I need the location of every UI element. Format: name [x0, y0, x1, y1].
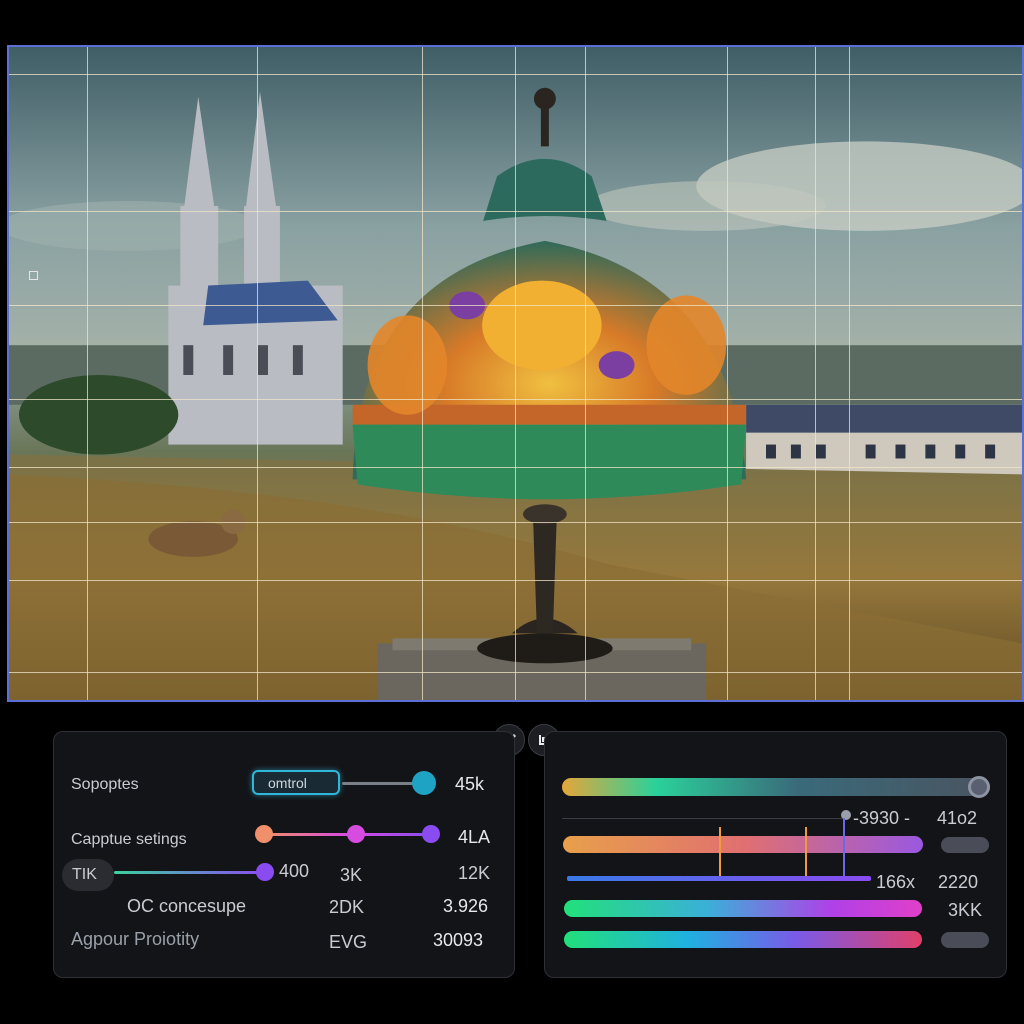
setting-value: 3K [340, 865, 363, 885]
grid-line-horizontal [9, 74, 1022, 75]
slider-knob-mid[interactable] [347, 825, 365, 843]
gradient-slider-track[interactable] [114, 871, 264, 874]
readout-value: -3930 - [853, 808, 911, 828]
setting-value: EVG [329, 932, 368, 952]
grid-line-horizontal [9, 580, 1022, 581]
settings-panel-right: -3930 - 41o2 166x 2220 3KK [544, 731, 1007, 978]
readout-value: 2220 [938, 872, 979, 892]
grid-line-vertical [585, 47, 586, 700]
grid-line-horizontal [9, 522, 1022, 523]
marker-line [805, 827, 807, 877]
grid-line-vertical [422, 47, 423, 700]
setting-input-value: omtrol [268, 775, 307, 791]
settings-panel-left: Sopoptes omtrol 45k Capptue setings 4LA … [53, 731, 515, 978]
readout-value: 166x [876, 872, 916, 892]
setting-value: 400 [279, 861, 310, 881]
grid-line-vertical [727, 47, 728, 700]
slider-track[interactable] [342, 782, 422, 785]
setting-label: Agpour Proiotity [71, 929, 200, 949]
slider-knob-start[interactable] [255, 825, 273, 843]
setting-value: 12K [458, 863, 491, 883]
setting-label: Capptue setings [71, 831, 187, 848]
value-stub[interactable] [941, 932, 989, 948]
grid-line-vertical [257, 47, 258, 700]
range-slider-track[interactable] [562, 778, 990, 796]
grid-line-horizontal [9, 672, 1022, 673]
readout-value: 41o2 [937, 808, 978, 828]
setting-value: 2DK [329, 897, 365, 917]
grid-line-horizontal [9, 399, 1022, 400]
setting-value: 30093 [433, 930, 484, 950]
range-slider-knob[interactable] [968, 776, 990, 798]
tik-chip[interactable]: TIK [62, 859, 114, 891]
slider-knob[interactable] [256, 863, 274, 881]
thin-range-track[interactable] [567, 876, 871, 881]
grid-line-vertical [87, 47, 88, 700]
setting-label: Sopoptes [71, 776, 139, 793]
tik-chip-label: TIK [72, 866, 97, 883]
setting-value: 4LA [458, 827, 491, 847]
gradient-bar-orange[interactable] [563, 836, 923, 853]
gradient-bar-rainbow[interactable] [564, 931, 922, 948]
setting-value: 3.926 [443, 896, 489, 916]
grid-line-vertical [515, 47, 516, 700]
slider-knob-end[interactable] [422, 825, 440, 843]
slider-knob[interactable] [412, 771, 436, 795]
grid-line-vertical [815, 47, 816, 700]
value-stub[interactable] [941, 837, 989, 853]
divider-line [562, 818, 842, 819]
grid-line-horizontal [9, 211, 1022, 212]
gradient-bar-green[interactable] [564, 900, 922, 917]
setting-label: OC concesupe [127, 896, 247, 916]
grid-line-vertical [849, 47, 850, 700]
setting-value: 45k [455, 774, 485, 794]
marker-line [719, 827, 721, 877]
grid-line-horizontal [9, 305, 1022, 306]
setting-input-field[interactable]: omtrol [252, 770, 340, 795]
readout-value: 3KK [948, 900, 983, 920]
crop-handle[interactable] [29, 271, 38, 280]
image-viewport[interactable] [7, 45, 1024, 702]
marker-line [843, 818, 845, 878]
grid-line-horizontal [9, 467, 1022, 468]
